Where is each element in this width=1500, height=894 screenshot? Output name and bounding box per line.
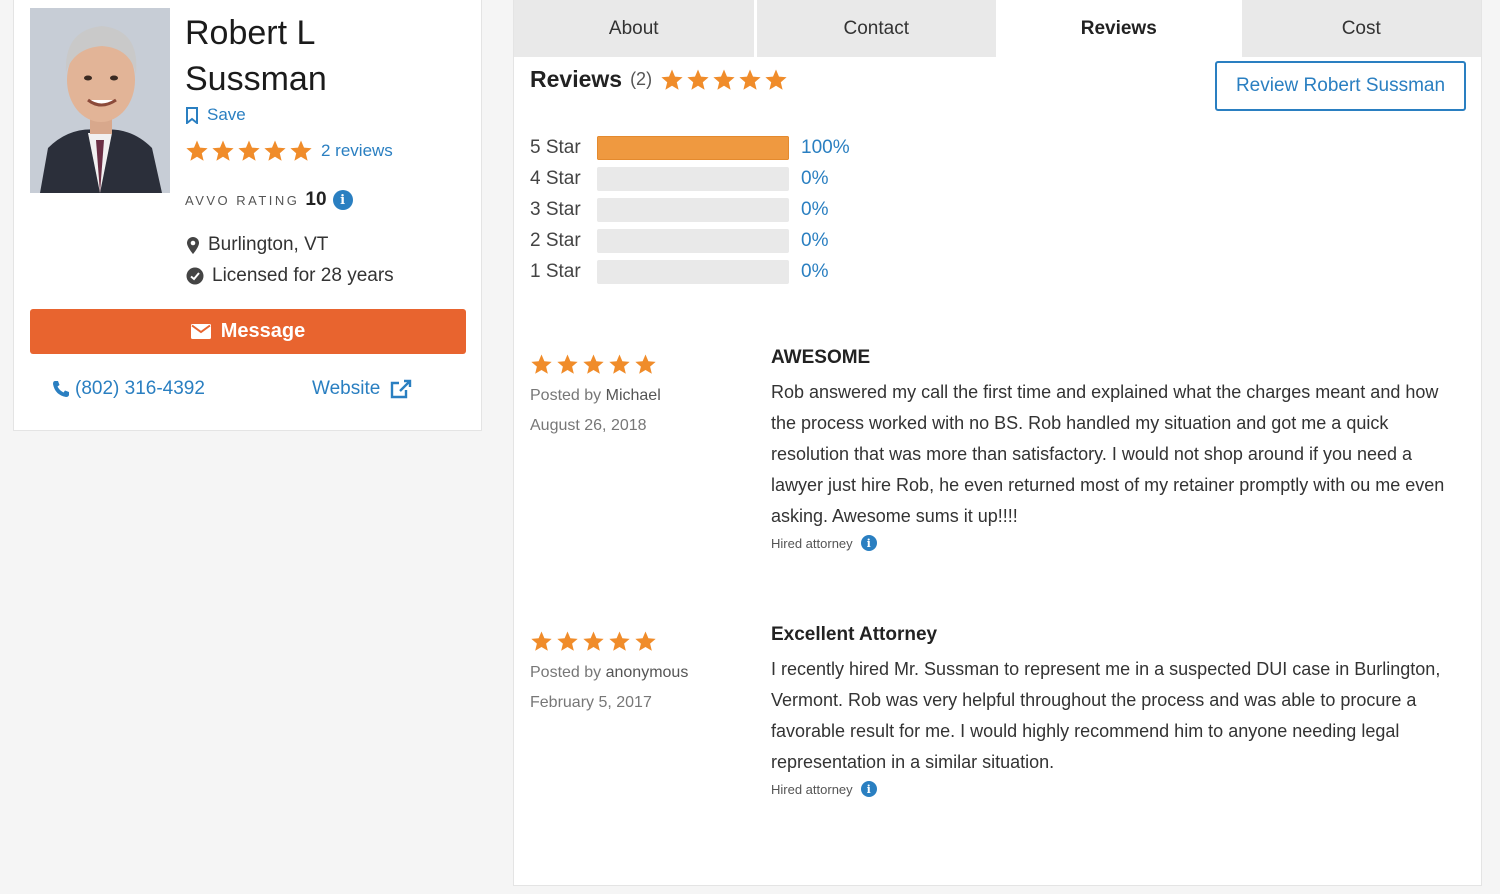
review-author: Posted by anonymous [530, 664, 689, 681]
rating-row-2: 2 Star 0% [530, 225, 850, 256]
star-icon [212, 140, 234, 161]
rating-bar [597, 135, 789, 160]
rating-row-label: 4 Star [530, 167, 581, 189]
rating-bar [597, 259, 789, 284]
tab-bar: About Contact Reviews Cost [514, 0, 1481, 57]
star-icon [290, 140, 312, 161]
rating-bar [597, 228, 789, 253]
avvo-rating-value: 10 [305, 189, 327, 210]
star-icon [186, 140, 208, 161]
star-icon [635, 354, 656, 374]
info-icon[interactable]: i [860, 535, 877, 551]
profile-rating: 2 reviews [185, 139, 393, 163]
star-icon [264, 140, 286, 161]
license-info: Licensed for 28 years [186, 265, 394, 287]
review-title: Excellent Attorney [771, 624, 938, 645]
info-icon[interactable]: i [860, 781, 877, 797]
rating-row-3: 3 Star 0% [530, 194, 850, 225]
rating-row-1: 1 Star 0% [530, 256, 850, 287]
rating-bar [597, 166, 789, 191]
rating-breakdown: 5 Star 100% 4 Star 0% 3 Star 0% 2 Star 0… [530, 132, 850, 287]
star-icon [583, 354, 604, 374]
review-meta: Posted by Michael August 26, 2018 [530, 353, 760, 435]
reviews-header: Reviews (2) [530, 66, 788, 93]
tab-reviews[interactable]: Reviews [999, 0, 1242, 57]
write-review-button[interactable]: Review Robert Sussman [1215, 61, 1466, 111]
star-rating [530, 353, 760, 376]
reviews-panel: About Contact Reviews Cost Reviews (2) R… [513, 0, 1482, 886]
star-icon [687, 69, 709, 90]
star-icon [713, 69, 735, 90]
bookmark-icon [186, 106, 198, 124]
website-link[interactable]: Website [312, 378, 412, 400]
map-pin-icon [187, 236, 199, 254]
message-button[interactable]: Message [30, 309, 466, 354]
save-button[interactable]: Save [185, 105, 246, 125]
rating-row-percent: 100% [801, 136, 850, 158]
attorney-name: Robert L Sussman [185, 14, 327, 98]
rating-row-label: 5 Star [530, 136, 581, 158]
rating-row-5: 5 Star 100% [530, 132, 850, 163]
phone-link[interactable]: (802) 316-4392 [51, 378, 205, 400]
star-icon [557, 354, 578, 374]
star-icon [609, 354, 630, 374]
tab-about[interactable]: About [514, 0, 757, 57]
rating-row-4: 4 Star 0% [530, 163, 850, 194]
tab-cost[interactable]: Cost [1241, 0, 1481, 57]
review-title: AWESOME [771, 347, 871, 368]
review-content: Excellent Attorney I recently hired Mr. … [771, 624, 1461, 797]
star-rating [660, 68, 788, 92]
profile-card: Robert L Sussman Save 2 reviews AVVO RAT… [13, 0, 482, 431]
star-icon [583, 631, 604, 651]
check-circle-icon [186, 267, 204, 285]
star-rating [530, 630, 760, 653]
reviews-title: Reviews [530, 66, 623, 92]
location: Burlington, VT [186, 234, 328, 256]
review-content: AWESOME Rob answered my call the first t… [771, 347, 1461, 551]
rating-row-label: 2 Star [530, 229, 581, 251]
rating-row-percent: 0% [801, 229, 829, 251]
reviews-link[interactable]: 2 reviews [321, 141, 393, 161]
star-rating [185, 139, 313, 163]
rating-bar-fill [597, 135, 789, 160]
rating-row-percent: 0% [801, 260, 829, 282]
review-date: August 26, 2018 [530, 417, 647, 434]
avvo-rating-label: AVVO RATING [185, 192, 300, 208]
rating-row-percent: 0% [801, 167, 829, 189]
review-date: February 5, 2017 [530, 694, 652, 711]
star-icon [739, 69, 761, 90]
review-meta: Posted by anonymous February 5, 2017 [530, 630, 760, 712]
rating-row-label: 1 Star [530, 260, 581, 282]
review-body: Rob answered my call the first time and … [771, 382, 1445, 526]
star-icon [609, 631, 630, 651]
star-icon [765, 69, 787, 90]
rating-row-percent: 0% [801, 198, 829, 220]
star-icon [238, 140, 260, 161]
external-link-icon [391, 379, 412, 399]
hired-attorney-badge: Hired attorney i [771, 781, 1461, 797]
tab-contact[interactable]: Contact [756, 0, 999, 57]
star-icon [557, 631, 578, 651]
rating-bar [597, 197, 789, 222]
hired-attorney-badge: Hired attorney i [771, 535, 1461, 551]
star-icon [531, 631, 552, 651]
rating-row-label: 3 Star [530, 198, 581, 220]
star-icon [661, 69, 683, 90]
reviews-count: (2) [630, 69, 653, 89]
phone-icon [53, 381, 69, 397]
review-body: I recently hired Mr. Sussman to represen… [771, 659, 1441, 772]
avvo-rating: AVVO RATING 10 i [185, 189, 353, 211]
envelope-icon [190, 324, 211, 339]
star-icon [635, 631, 656, 651]
attorney-photo [30, 8, 170, 193]
review-author: Posted by Michael [530, 387, 661, 404]
star-icon [531, 354, 552, 374]
info-icon[interactable]: i [332, 190, 353, 210]
